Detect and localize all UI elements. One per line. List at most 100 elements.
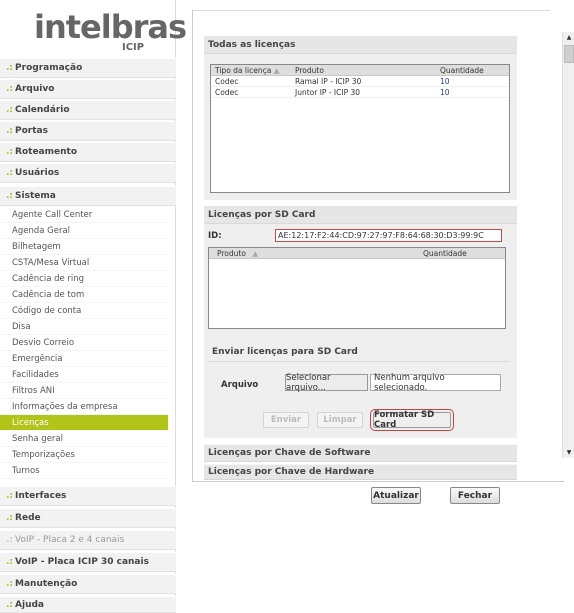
column-header-produto[interactable]: Produto ▲ <box>209 249 419 258</box>
panel-all-licenses: Todas as licenças Tipo da licença ▲ Prod… <box>204 36 517 200</box>
menu-manutencao[interactable]: .: Manutenção <box>0 574 176 594</box>
menu-label: Ajuda <box>15 599 45 610</box>
menu-prefix: .: <box>6 147 14 157</box>
menu-label: Programação <box>15 63 83 73</box>
menu-prefix: .: <box>6 557 14 567</box>
menu-prefix: .: <box>6 579 14 589</box>
format-sd-card-button[interactable]: Formatar SD Card <box>370 409 454 431</box>
menu-programacao[interactable]: .: Programação <box>0 58 176 78</box>
menu-label: Usuários <box>15 168 60 178</box>
licenses-table: Tipo da licença ▲ Produto Quantidade Cod… <box>210 64 510 193</box>
submenu-informacoes-empresa[interactable]: Informações da empresa <box>0 399 168 415</box>
panel-sd-licenses: Licenças por SD Card ID: AE:12:17:F2:44:… <box>204 206 517 438</box>
sidebar: intelbras ICIP .: Programação .: Arquivo .… <box>0 0 187 613</box>
menu-sistema[interactable]: .: Sistema <box>0 186 176 206</box>
sd-licenses-table: Produto ▲ Quantidade <box>208 247 506 329</box>
update-button[interactable]: Atualizar <box>371 487 421 504</box>
cell-produto: Ramal IP - ICIP 30 <box>295 76 362 86</box>
scroll-up-icon[interactable]: ▲ <box>563 32 574 43</box>
submenu-filtros-ani[interactable]: Filtros ANI <box>0 383 168 399</box>
submenu-licencas[interactable]: Licenças <box>0 415 168 431</box>
close-button[interactable]: Fechar <box>450 487 500 504</box>
menu-interfaces[interactable]: .: Interfaces <box>0 486 176 506</box>
submenu-codigo-conta[interactable]: Código de conta <box>0 303 168 319</box>
submenu-turnos[interactable]: Turnos <box>0 463 168 479</box>
frame-top-border <box>192 10 550 11</box>
menu-label: Sistema <box>15 191 56 201</box>
submenu-agenda-geral[interactable]: Agenda Geral <box>0 223 168 239</box>
scrollbar[interactable]: ▲ ▼ <box>562 32 574 458</box>
menu-arquivo[interactable]: .: Arquivo <box>0 79 176 99</box>
submenu-facilidades[interactable]: Facilidades <box>0 367 168 383</box>
menu-label: Arquivo <box>15 84 55 94</box>
menu-roteamento[interactable]: .: Roteamento <box>0 142 176 162</box>
submenu-temporizacoes[interactable]: Temporizações <box>0 447 168 463</box>
menu-prefix: .: <box>6 168 14 178</box>
frame-bottom-border <box>192 481 564 482</box>
menu-calendario[interactable]: .: Calendário <box>0 100 176 120</box>
table-header: Produto ▲ Quantidade <box>209 248 505 259</box>
submenu-bilhetagem[interactable]: Bilhetagem <box>0 239 168 255</box>
file-label: Arquivo <box>221 380 259 390</box>
logo-product: ICIP <box>122 42 145 53</box>
menu-prefix: .: <box>6 535 14 545</box>
column-header-quantidade[interactable]: Quantidade <box>419 249 467 258</box>
menu-prefix: .: <box>6 191 14 201</box>
column-header-produto[interactable]: Produto <box>291 66 436 75</box>
menu-prefix: .: <box>6 63 14 73</box>
scroll-down-icon[interactable]: ▼ <box>563 447 574 458</box>
menu-ajuda[interactable]: .: Ajuda <box>0 596 176 613</box>
table-row[interactable]: Codec Juntor IP - ICIP 30 10 <box>211 87 509 98</box>
header-text: Produto <box>217 248 246 258</box>
frame-left-border <box>192 10 193 482</box>
menu-prefix: .: <box>6 105 14 115</box>
content-area: Todas as licenças Tipo da licença ▲ Prod… <box>176 0 574 613</box>
submenu-agente-call-center[interactable]: Agente Call Center <box>0 207 168 223</box>
header-text: Tipo da licença <box>215 65 272 75</box>
menu-prefix: .: <box>6 84 14 94</box>
menu-prefix: .: <box>6 126 14 136</box>
sort-icon: ▲ <box>273 65 280 75</box>
column-header-quantidade[interactable]: Quantidade <box>436 66 496 75</box>
clear-button[interactable]: Limpar <box>317 412 363 428</box>
menu-label: VoIP - Placa ICIP 30 canais <box>15 557 149 567</box>
table-row[interactable]: Codec Ramal IP - ICIP 30 10 <box>211 76 509 87</box>
panel-title: Todas as licenças <box>204 36 517 54</box>
submenu-emergencia[interactable]: Emergência <box>0 351 168 367</box>
menu-label: Portas <box>15 126 48 136</box>
submenu-csta-mesa-virtual[interactable]: CSTA/Mesa Virtual <box>0 255 168 271</box>
menu-label: Roteamento <box>15 147 77 157</box>
cell-quantidade: 10 <box>440 87 450 97</box>
send-button[interactable]: Enviar <box>263 412 309 428</box>
cell-produto: Juntor IP - ICIP 30 <box>295 87 361 97</box>
column-header-tipo[interactable]: Tipo da licença ▲ <box>211 66 291 75</box>
menu-rede[interactable]: .: Rede <box>0 508 176 528</box>
panel-title: Licenças por SD Card <box>204 206 517 224</box>
menu-prefix: .: <box>6 513 14 523</box>
table-header: Tipo da licença ▲ Produto Quantidade <box>211 65 509 76</box>
submenu-cadencia-ring[interactable]: Cadência de ring <box>0 271 168 287</box>
submenu-desvio-correio[interactable]: Desvio Correio <box>0 335 168 351</box>
panel-software-key[interactable]: Licenças por Chave de Software <box>204 444 517 462</box>
menu-label: Calendário <box>15 105 70 115</box>
panel-hardware-key[interactable]: Licenças por Chave de Hardware <box>204 464 517 480</box>
sd-card-id: AE:12:17:F2:44:CD:97:27:97:F8:64:68:30:D… <box>275 229 502 242</box>
submenu-senha-geral[interactable]: Senha geral <box>0 431 168 447</box>
menu-label: Manutenção <box>15 579 78 589</box>
scroll-thumb[interactable] <box>564 45 574 63</box>
submenu-disa[interactable]: Disa <box>0 319 168 335</box>
menu-prefix: .: <box>6 599 14 610</box>
cell-tipo: Codec <box>215 76 239 86</box>
menu-usuarios[interactable]: .: Usuários <box>0 163 176 183</box>
menu-voip-placa-2-4: .: VoIP - Placa 2 e 4 canais <box>0 530 176 550</box>
cell-quantidade: 10 <box>440 76 450 86</box>
menu-label: VoIP - Placa 2 e 4 canais <box>15 535 125 545</box>
submenu-cadencia-tom[interactable]: Cadência de tom <box>0 287 168 303</box>
select-file-button[interactable]: Selecionar arquivo... <box>285 373 368 393</box>
logo: intelbras ICIP <box>0 0 187 60</box>
menu-portas[interactable]: .: Portas <box>0 121 176 141</box>
cell-tipo: Codec <box>215 87 239 97</box>
menu-label: Interfaces <box>15 491 67 501</box>
menu-voip-placa-icip-30[interactable]: .: VoIP - Placa ICIP 30 canais <box>0 552 176 572</box>
menu-prefix: .: <box>6 491 14 501</box>
